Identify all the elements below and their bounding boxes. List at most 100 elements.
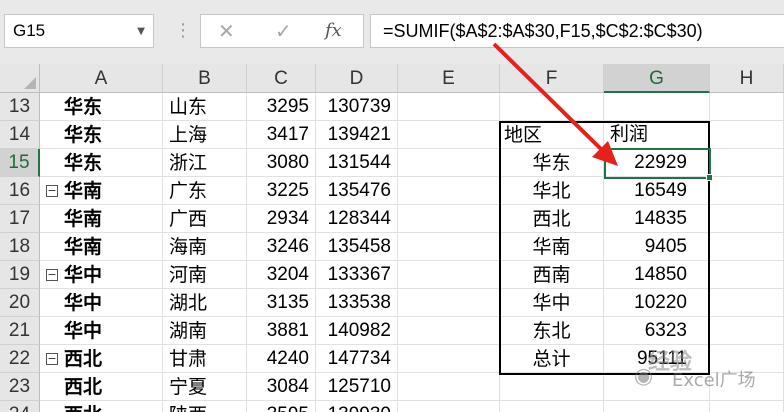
chevron-down-icon[interactable]: ▼ (137, 26, 145, 37)
column-header-c[interactable]: C (247, 64, 316, 93)
cell-c19[interactable]: 3204 (247, 261, 316, 289)
column-header-h[interactable]: H (710, 64, 784, 93)
cell-c18[interactable]: 3246 (247, 233, 316, 261)
cell-a24[interactable]: 西北 (40, 401, 163, 412)
cell-e14[interactable] (398, 121, 500, 149)
cell-b16[interactable]: 广东 (163, 177, 247, 205)
cell-a14[interactable]: 华东 (40, 121, 163, 149)
cell-c22[interactable]: 4240 (247, 345, 316, 373)
cell-d24[interactable]: 139930 (316, 401, 398, 412)
row-header-21[interactable]: 21 (0, 317, 40, 345)
cell-f18[interactable]: 华南 (500, 233, 604, 261)
row-header-15[interactable]: 15 (0, 149, 40, 177)
column-header-g[interactable]: G (604, 64, 710, 93)
cell-d22[interactable]: 147734 (316, 345, 398, 373)
row-header-13[interactable]: 13 (0, 93, 40, 121)
cell-e15[interactable] (398, 149, 500, 177)
cell-h18[interactable] (710, 233, 784, 261)
cell-c15[interactable]: 3080 (247, 149, 316, 177)
row-header-24[interactable]: 24 (0, 401, 40, 412)
formula-bar-drag-handle-icon[interactable]: ⋮ (174, 20, 192, 41)
insert-function-icon[interactable]: fx (325, 20, 342, 41)
row-header-16[interactable]: 16 (0, 177, 40, 205)
cell-c13[interactable]: 3295 (247, 93, 316, 121)
cell-g18[interactable]: 9405 (604, 233, 710, 261)
column-header-d[interactable]: D (316, 64, 398, 93)
row-header-23[interactable]: 23 (0, 373, 40, 401)
cell-a20[interactable]: 华中 (40, 289, 163, 317)
cell-a13[interactable]: 华东 (40, 93, 163, 121)
cell-d23[interactable]: 125710 (316, 373, 398, 401)
cell-f16[interactable]: 华北 (500, 177, 604, 205)
name-box[interactable]: G15 ▼ (4, 14, 154, 48)
cell-b18[interactable]: 海南 (163, 233, 247, 261)
cell-h17[interactable] (710, 205, 784, 233)
cell-f15[interactable]: 华东 (500, 149, 604, 177)
cell-b19[interactable]: 河南 (163, 261, 247, 289)
row-header-22[interactable]: 22 (0, 345, 40, 373)
cell-f19[interactable]: 西南 (500, 261, 604, 289)
cell-d13[interactable]: 130739 (316, 93, 398, 121)
cell-b14[interactable]: 上海 (163, 121, 247, 149)
cell-g15[interactable]: 22929 (604, 149, 710, 177)
cell-b23[interactable]: 宁夏 (163, 373, 247, 401)
cell-b20[interactable]: 湖北 (163, 289, 247, 317)
cell-d20[interactable]: 133538 (316, 289, 398, 317)
cell-f20[interactable]: 华中 (500, 289, 604, 317)
cell-d15[interactable]: 131544 (316, 149, 398, 177)
cell-h14[interactable] (710, 121, 784, 149)
cell-f17[interactable]: 西北 (500, 205, 604, 233)
cell-c24[interactable]: 3595 (247, 401, 316, 412)
cell-d19[interactable]: 133367 (316, 261, 398, 289)
cell-e20[interactable] (398, 289, 500, 317)
column-header-e[interactable]: E (398, 64, 500, 93)
cell-e18[interactable] (398, 233, 500, 261)
cell-c21[interactable]: 3881 (247, 317, 316, 345)
cell-a18[interactable]: 华南 (40, 233, 163, 261)
cell-f23[interactable] (500, 373, 604, 401)
select-all-button[interactable] (0, 64, 40, 93)
cell-d18[interactable]: 135458 (316, 233, 398, 261)
cell-e16[interactable] (398, 177, 500, 205)
cell-d21[interactable]: 140982 (316, 317, 398, 345)
cell-d17[interactable]: 128344 (316, 205, 398, 233)
fill-handle[interactable] (706, 174, 713, 181)
column-header-a[interactable]: A (40, 64, 163, 93)
cell-a23[interactable]: 西北 (40, 373, 163, 401)
cell-h16[interactable] (710, 177, 784, 205)
collapse-group-icon[interactable]: − (46, 185, 58, 197)
cell-b15[interactable]: 浙江 (163, 149, 247, 177)
cell-h13[interactable] (710, 93, 784, 121)
cell-g20[interactable]: 10220 (604, 289, 710, 317)
row-header-17[interactable]: 17 (0, 205, 40, 233)
cell-g19[interactable]: 14850 (604, 261, 710, 289)
cell-d14[interactable]: 139421 (316, 121, 398, 149)
cell-b17[interactable]: 广西 (163, 205, 247, 233)
cell-f24[interactable] (500, 401, 604, 412)
cell-f21[interactable]: 东北 (500, 317, 604, 345)
row-header-19[interactable]: 19 (0, 261, 40, 289)
cell-h19[interactable] (710, 261, 784, 289)
cell-c20[interactable]: 3135 (247, 289, 316, 317)
cell-e23[interactable] (398, 373, 500, 401)
cell-h15[interactable] (710, 149, 784, 177)
column-header-b[interactable]: B (163, 64, 247, 93)
cancel-icon[interactable]: ✕ (218, 19, 235, 43)
cell-b24[interactable]: 陕西 (163, 401, 247, 412)
cell-e13[interactable] (398, 93, 500, 121)
collapse-group-icon[interactable]: − (46, 269, 58, 281)
cell-h20[interactable] (710, 289, 784, 317)
collapse-group-icon[interactable]: − (46, 353, 58, 365)
cell-b21[interactable]: 湖南 (163, 317, 247, 345)
cell-b13[interactable]: 山东 (163, 93, 247, 121)
cell-a22[interactable]: 西北 (40, 345, 163, 373)
formula-input[interactable]: =SUMIF($A$2:$A$30,F15,$C$2:$C$30) (370, 14, 784, 48)
cell-f13[interactable] (500, 93, 604, 121)
cell-a21[interactable]: 华中 (40, 317, 163, 345)
cell-e22[interactable] (398, 345, 500, 373)
cell-f14[interactable]: 地区 (500, 121, 604, 149)
cell-g14[interactable]: 利润 (604, 121, 710, 149)
cell-d16[interactable]: 135476 (316, 177, 398, 205)
cell-e19[interactable] (398, 261, 500, 289)
cell-g17[interactable]: 14835 (604, 205, 710, 233)
